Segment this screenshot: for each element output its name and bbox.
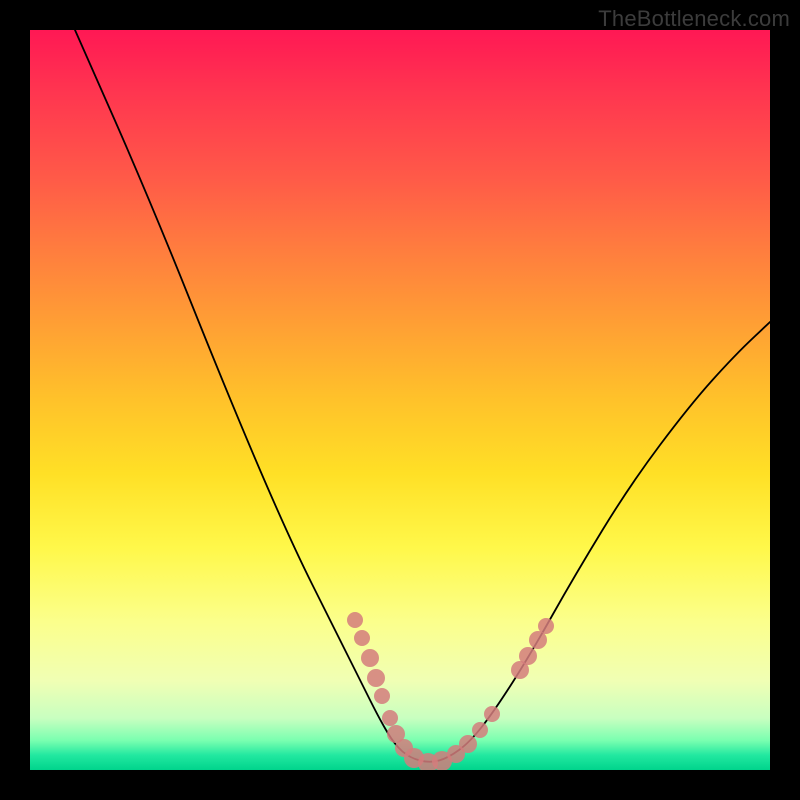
curve-bead [484, 706, 500, 722]
chart-svg [30, 30, 770, 770]
bottleneck-curve [75, 30, 770, 762]
chart-frame [30, 30, 770, 770]
curve-bead [519, 647, 537, 665]
watermark-text: TheBottleneck.com [598, 6, 790, 32]
curve-bead [354, 630, 370, 646]
curve-bead [382, 710, 398, 726]
curve-bead [472, 722, 488, 738]
curve-bead [361, 649, 379, 667]
curve-bead [459, 735, 477, 753]
curve-beads [347, 612, 554, 770]
curve-bead [538, 618, 554, 634]
curve-bead [374, 688, 390, 704]
curve-bead [347, 612, 363, 628]
curve-bead [367, 669, 385, 687]
